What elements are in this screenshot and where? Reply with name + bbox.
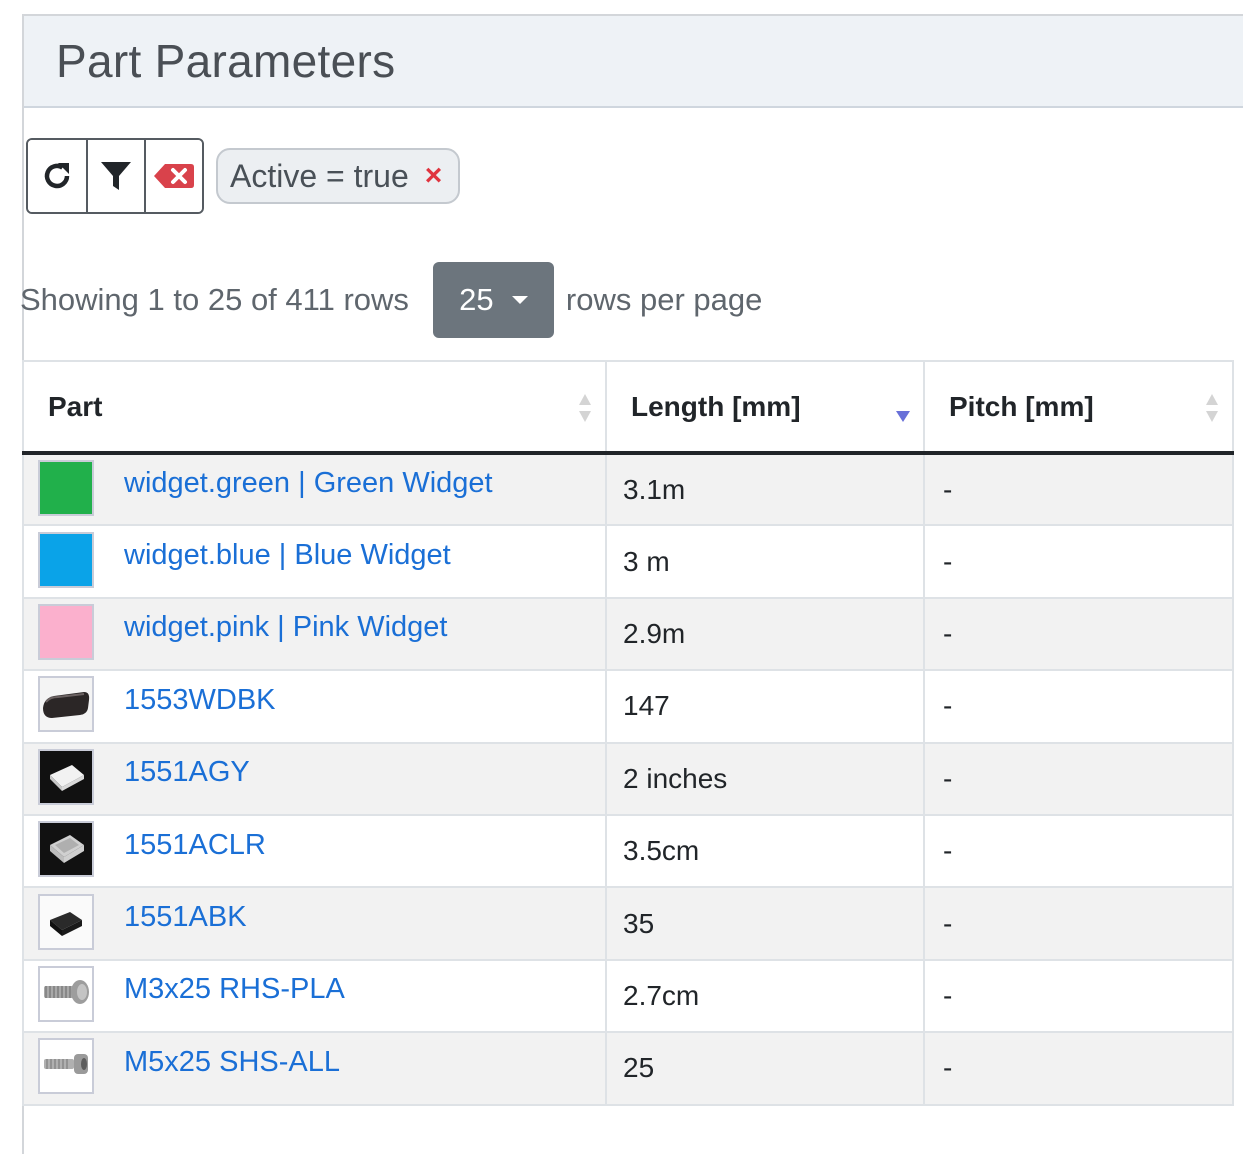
part-cell-content: M5x25 SHS-ALL [38,1038,605,1096]
chevron-down-icon [511,296,528,304]
pitch-cell: - [924,814,1233,889]
part-cell-content: 1551AGY [38,748,605,807]
length-cell: 3.1m [606,453,925,527]
length-cell: 35 [606,887,925,961]
length-cell: 2 inches [606,742,925,816]
part-cell-content: 1551ABK [38,893,605,952]
toolbar-button-group [26,138,204,214]
part-cell: M3x25 RHS-PLA [23,959,607,1034]
part-link[interactable]: widget.pink | Pink Widget [124,611,447,644]
part-cell-content: 1553WDBK [38,676,605,734]
column-header-pitch[interactable]: Pitch [mm] [924,361,1233,455]
length-cell: 147 [606,670,925,744]
part-color-swatch [38,459,94,516]
filter-remove-button[interactable]: × [425,159,443,193]
part-color-swatch [38,531,94,588]
panel-header: Part Parameters [24,16,1243,108]
table-row: 1551ABK 35- [23,887,1233,961]
table-header-row: Part Length [mm] Pitch [mm] [23,361,1233,455]
table-row: 1551AGY 2 inches - [23,742,1233,816]
part-cell: widget.green | Green Widget [23,453,607,527]
column-header-length[interactable]: Length [mm] [606,361,925,455]
table-row: M3x25 RHS-PLA 2.7cm - [23,959,1233,1034]
page-title: Part Parameters [56,35,396,87]
part-cell: M5x25 SHS-ALL [23,1032,607,1106]
enclosure-black-icon [38,676,94,733]
sort-both-icon [1206,394,1218,422]
swatch-fill [40,605,92,658]
column-header-pitch-label: Pitch [mm] [949,390,1094,422]
table-row: 1551ACLR 3.5cm - [23,814,1233,889]
part-link[interactable]: 1551ACLR [124,829,266,862]
refresh-button[interactable] [28,140,86,212]
length-cell: 3 m [606,525,925,599]
part-link[interactable]: 1553WDBK [124,684,276,717]
length-cell: 25 [606,1032,925,1106]
screw-socket-head-icon [38,1038,94,1095]
part-color-swatch [38,603,94,660]
page-size-value: 25 [459,282,494,317]
refresh-icon [44,163,70,189]
part-link[interactable]: 1551AGY [124,756,250,789]
table-row: widget.green | Green Widget 3.1m - [23,453,1233,527]
pitch-cell: - [924,525,1233,599]
table-row: widget.blue | Blue Widget 3 m- [23,525,1233,599]
part-link[interactable]: M3x25 RHS-PLA [124,973,345,1006]
page-size-dropdown[interactable]: 25 [432,262,554,338]
sort-both-icon [579,394,591,422]
filter-icon [101,162,131,190]
part-link[interactable]: M5x25 SHS-ALL [124,1046,340,1079]
part-link[interactable]: 1551ABK [124,901,247,934]
part-cell: 1553WDBK [23,670,607,744]
enclosure-clear-icon [38,821,94,878]
table-row: widget.pink | Pink Widget 2.9m - [23,597,1233,672]
length-cell: 3.5cm [606,814,925,889]
pitch-cell: - [924,887,1233,961]
enclosure-grey-icon [38,748,94,805]
clear-filters-icon [154,164,194,188]
part-link[interactable]: widget.green | Green Widget [124,467,493,500]
pitch-cell: - [924,959,1233,1034]
pitch-cell: - [924,453,1233,527]
column-header-length-label: Length [mm] [631,390,801,422]
part-cell: 1551AGY [23,742,607,816]
table-toolbar: Active = true × [26,138,461,214]
filter-chip-label: Active = true [230,157,409,194]
screw-button-head-icon [38,965,94,1022]
pitch-cell: - [924,742,1233,816]
swatch-fill [40,533,92,586]
pitch-cell: - [924,670,1233,744]
part-cell-content: 1551ACLR [38,821,605,879]
rows-per-page-label: rows per page [565,282,763,317]
pagination-info: Showing 1 to 25 of 411 rows 25 rows per … [20,262,762,338]
active-filter-chip: Active = true × [216,148,461,204]
clear-filters-button[interactable] [144,140,202,212]
part-link[interactable]: widget.blue | Blue Widget [124,539,451,572]
sort-desc-icon [896,411,910,422]
table-row: 1553WDBK 147- [23,670,1233,744]
part-cell-content: M3x25 RHS-PLA [38,965,605,1024]
part-cell-content: widget.blue | Blue Widget [38,531,605,590]
part-cell: 1551ACLR [23,814,607,889]
filter-button[interactable] [86,140,144,212]
table-row: M5x25 SHS-ALL 25- [23,1032,1233,1106]
pitch-cell: - [924,597,1233,672]
pagination-summary: Showing 1 to 25 of 411 rows [20,282,409,317]
table-body: widget.green | Green Widget 3.1m - widget.b… [23,453,1233,1106]
pitch-cell: - [924,1032,1233,1106]
column-header-part[interactable]: Part [23,361,607,455]
part-cell: widget.pink | Pink Widget [23,597,607,672]
length-cell: 2.9m [606,597,925,672]
parameters-table: Part Length [mm] Pitch [mm] widget.green… [22,360,1234,1106]
part-cell: 1551ABK [23,887,607,961]
column-header-part-label: Part [48,390,103,422]
enclosure-small-black-icon [38,893,94,950]
swatch-fill [40,461,92,514]
part-cell-content: widget.green | Green Widget [38,459,605,518]
parameters-table-container: Part Length [mm] Pitch [mm] widget.green… [22,360,1234,1106]
length-cell: 2.7cm [606,959,925,1034]
part-cell: widget.blue | Blue Widget [23,525,607,599]
part-cell-content: widget.pink | Pink Widget [38,603,605,662]
